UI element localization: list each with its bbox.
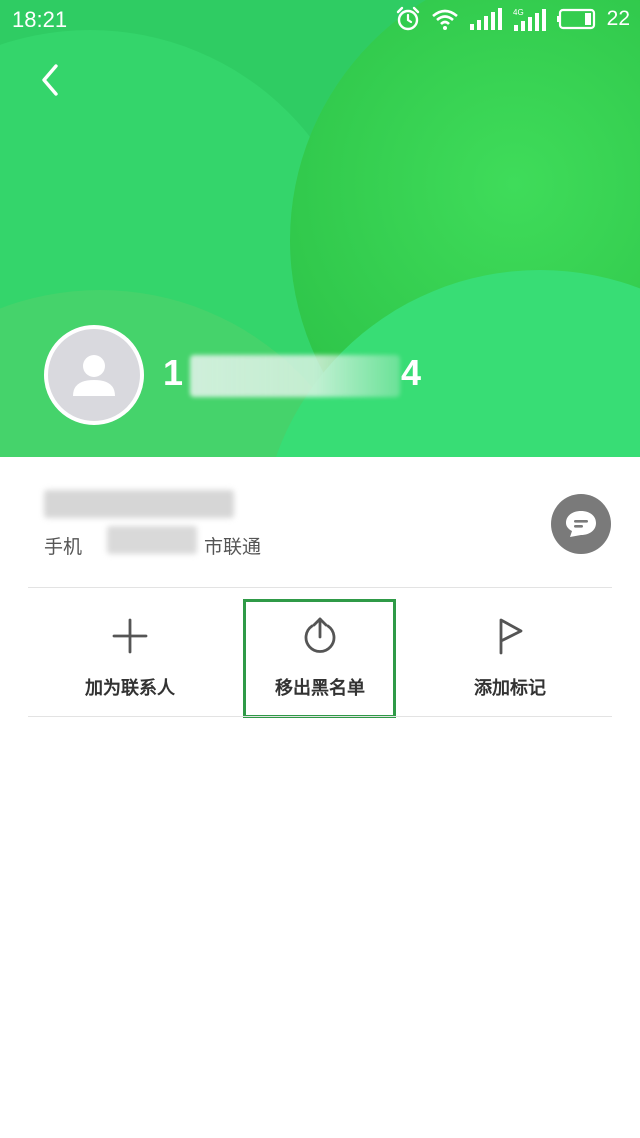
status-time: 18:21	[12, 7, 68, 32]
signal-icon	[469, 8, 502, 30]
wifi-icon	[431, 9, 458, 30]
add-contact-label: 加为联系人	[85, 678, 175, 699]
divider	[28, 587, 612, 588]
phone-type-label: 手机	[44, 536, 83, 558]
plus-icon-wrap	[110, 616, 150, 656]
alarm-icon	[396, 6, 419, 31]
unblock-icon-wrap	[300, 616, 340, 656]
profile-number-end: 4	[401, 352, 424, 393]
add-mark-label: 添加标记	[474, 678, 546, 699]
svg-text:4G: 4G	[513, 8, 524, 17]
redaction-blur	[190, 355, 400, 397]
add-mark-button[interactable]: 添加标记	[434, 600, 586, 716]
remove-from-blacklist-label: 移出黑名单	[275, 678, 365, 699]
carrier-prefix: 市	[204, 536, 224, 558]
profile-number-start: 1	[163, 352, 186, 393]
avatar	[44, 325, 144, 425]
chevron-left-icon	[42, 64, 58, 96]
person-icon	[73, 355, 115, 396]
status-icons: 4G 22	[395, 6, 630, 32]
redaction-blur	[107, 526, 197, 554]
flag-icon	[499, 618, 523, 655]
profile-header: 18:21 4G 22 1 4	[0, 0, 640, 457]
battery-icon	[556, 8, 595, 30]
battery-level: 22	[606, 7, 630, 30]
phone-info: 手机 市联通	[44, 490, 604, 560]
message-button[interactable]	[551, 494, 611, 554]
carrier-name: 联通	[223, 536, 262, 558]
message-icon	[566, 511, 596, 537]
back-button[interactable]	[30, 58, 74, 102]
divider	[28, 716, 612, 717]
remove-from-blacklist-button[interactable]: 移出黑名单	[244, 600, 396, 716]
redaction-blur	[44, 490, 234, 518]
flag-icon-wrap	[490, 616, 530, 656]
signal-4g-icon: 4G	[513, 8, 546, 31]
plus-icon	[112, 618, 148, 654]
status-bar: 18:21 4G 22	[0, 0, 640, 40]
unblock-icon	[304, 617, 336, 653]
add-contact-button[interactable]: 加为联系人	[54, 600, 206, 716]
